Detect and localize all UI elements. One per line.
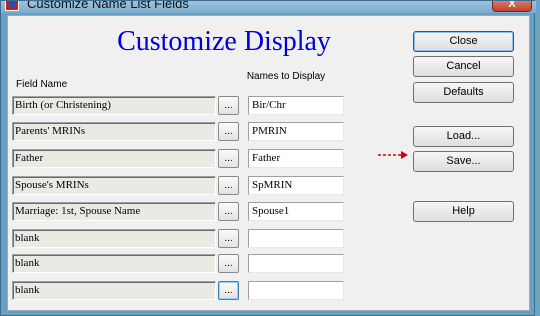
field-picker-button[interactable]: ...	[218, 122, 239, 141]
field-picker-button[interactable]: ...	[218, 281, 239, 300]
field-name-box: Father	[12, 149, 216, 168]
field-row: Spouse's MRINs ... SpMRIN	[8, 176, 348, 196]
window-close-button[interactable]: X	[492, 1, 532, 12]
close-button[interactable]: Close	[413, 31, 514, 52]
field-row: Parents' MRINs ... PMRIN	[8, 122, 348, 142]
window-title: Customize Name List Fields	[27, 1, 189, 11]
field-name-box: blank	[12, 229, 216, 248]
app-icon	[5, 1, 19, 11]
names-to-display-column-label: Names to Display	[246, 71, 326, 82]
display-name-input[interactable]	[248, 254, 344, 273]
cancel-button[interactable]: Cancel	[413, 56, 514, 77]
title-bar[interactable]: Customize Name List Fields X	[1, 1, 536, 13]
save-button[interactable]: Save...	[413, 151, 514, 172]
display-name-input[interactable]	[248, 281, 344, 300]
field-row: Birth (or Christening) ... Bir/Chr	[8, 96, 348, 116]
field-row: blank ...	[8, 281, 348, 301]
load-button[interactable]: Load...	[413, 126, 514, 147]
field-name-box: Spouse's MRINs	[12, 176, 216, 195]
field-name-box: Birth (or Christening)	[12, 96, 216, 115]
display-name-input[interactable]: Father	[248, 149, 344, 168]
defaults-button[interactable]: Defaults	[413, 82, 514, 103]
field-name-box: Parents' MRINs	[12, 122, 216, 141]
field-row: blank ...	[8, 229, 348, 249]
arrow-head	[401, 151, 408, 159]
field-row: Father ... Father	[8, 149, 348, 169]
field-name-box: blank	[12, 254, 216, 273]
dialog-heading: Customize Display	[117, 26, 331, 57]
field-row: Marriage: 1st, Spouse Name ... Spouse1	[8, 202, 348, 222]
field-name-box: Marriage: 1st, Spouse Name	[12, 202, 216, 221]
field-picker-button[interactable]: ...	[218, 96, 239, 115]
help-button[interactable]: Help	[413, 201, 514, 222]
display-name-input[interactable]	[248, 229, 344, 248]
field-picker-button[interactable]: ...	[218, 176, 239, 195]
red-arrow-icon	[378, 151, 408, 159]
field-picker-button[interactable]: ...	[218, 149, 239, 168]
field-picker-button[interactable]: ...	[218, 254, 239, 273]
display-name-input[interactable]: SpMRIN	[248, 176, 344, 195]
display-name-input[interactable]: Bir/Chr	[248, 96, 344, 115]
dialog-window: Customize Name List Fields X Customize D…	[0, 0, 536, 316]
field-name-box: blank	[12, 281, 216, 300]
display-name-input[interactable]: PMRIN	[248, 122, 344, 141]
field-name-column-label: Field Name	[16, 79, 68, 90]
field-row: blank ...	[8, 254, 348, 274]
display-name-input[interactable]: Spouse1	[248, 202, 344, 221]
field-picker-button[interactable]: ...	[218, 229, 239, 248]
field-picker-button[interactable]: ...	[218, 202, 239, 221]
